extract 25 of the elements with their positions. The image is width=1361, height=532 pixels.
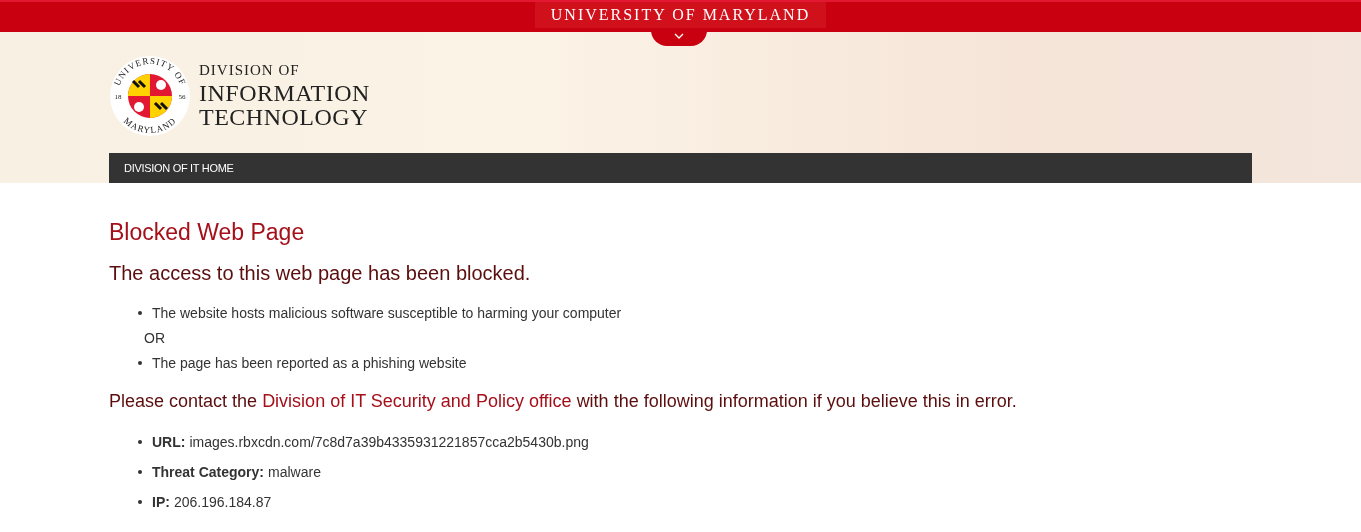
info-value: 206.196.184.87 — [173, 492, 272, 512]
university-title: UNIVERSITY OF MARYLAND — [550, 5, 811, 25]
chevron-down-icon — [674, 33, 684, 39]
reason-text: The page has been reported as a phishing website — [152, 354, 467, 371]
nav-link[interactable]: DIVISION OF IT HOME — [124, 159, 234, 177]
page-title: Blocked Web Page — [109, 218, 306, 247]
reason-text: The website hosts malicious software susceptible to harming your computer — [152, 304, 622, 321]
bullet-icon — [138, 310, 142, 315]
or-text: OR — [144, 329, 165, 346]
info-value: malware — [268, 462, 321, 482]
security-office-link[interactable]: Division of IT Security and Policy office — [262, 391, 572, 411]
contact-text: Please contact the Division of IT Security and Policy office with the following information if you believe this in error. — [109, 390, 1018, 413]
division-of-text: DIVISION OF — [199, 62, 301, 78]
info-value: images.rbxcdn.com/7c8d7a39b4335931221857cca2b5430b.png — [189, 432, 589, 452]
blocked-message: The access to this web page has been blocked. — [109, 261, 532, 286]
technology-text: TECHNOLOGY — [199, 104, 369, 129]
dropdown-tab[interactable] — [651, 30, 707, 46]
bullet-icon — [138, 500, 142, 504]
bullet-icon — [138, 470, 142, 474]
info-label: URL: — [152, 432, 186, 452]
info-label: Threat Category: — [152, 462, 265, 482]
bullet-icon — [138, 360, 142, 365]
info-label: IP: — [152, 492, 170, 512]
information-text: INFORMATION — [199, 80, 370, 105]
bullet-icon — [138, 440, 142, 444]
